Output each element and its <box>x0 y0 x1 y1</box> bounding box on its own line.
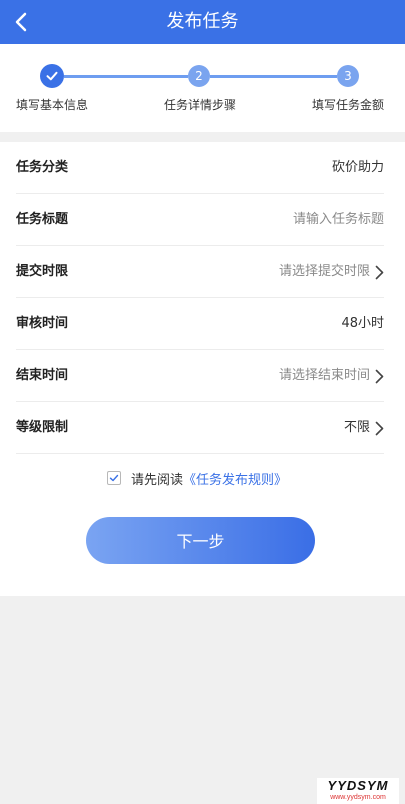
level-limit-picker[interactable]: 不限 <box>344 402 384 454</box>
form-row-level-limit[interactable]: 等级限制 不限 <box>16 402 384 454</box>
step-1-marker <box>40 64 64 88</box>
category-label: 任务分类 <box>16 160 69 175</box>
category-value[interactable]: 砍价助力 <box>332 142 384 194</box>
review-time-label: 审核时间 <box>16 316 69 331</box>
chevron-right-icon <box>374 420 384 436</box>
end-time-picker[interactable]: 请选择结束时间 <box>279 350 384 402</box>
chevron-right-icon <box>374 368 384 384</box>
watermark-url: www.yydsym.com <box>330 794 386 801</box>
page-title: 发布任务 <box>166 11 239 32</box>
step-connector <box>210 75 337 78</box>
agreement-row: 请先阅读 《任务发布规则》 <box>107 468 287 488</box>
agreement-checkbox[interactable] <box>107 471 121 485</box>
next-step-button[interactable]: 下一步 <box>86 517 315 564</box>
check-icon <box>109 474 119 482</box>
watermark-logo: YYDSYM www.yydsym.com <box>317 778 399 804</box>
progress-stepper: 2 3 填写基本信息 任务详情步骤 填写任务金额 <box>0 44 405 132</box>
form-row-category[interactable]: 任务分类 砍价助力 <box>16 142 384 194</box>
level-limit-label: 等级限制 <box>16 420 69 435</box>
level-limit-value-text: 不限 <box>343 420 370 435</box>
end-time-label: 结束时间 <box>16 368 69 383</box>
watermark-brand: YYDSYM <box>327 778 389 793</box>
agreement-text: 请先阅读 <box>131 472 184 488</box>
form-row-end-time[interactable]: 结束时间 请选择结束时间 <box>16 350 384 402</box>
review-time-value-text: 48小时 <box>341 316 384 331</box>
submit-deadline-picker[interactable]: 请选择提交时限 <box>279 246 384 298</box>
review-time-value[interactable]: 48小时 <box>341 298 384 350</box>
step-connector <box>64 75 188 78</box>
top-nav-bar: 发布任务 <box>0 0 405 44</box>
title-input-placeholder: 请输入任务标题 <box>292 212 384 227</box>
form-row-submit-deadline[interactable]: 提交时限 请选择提交时限 <box>16 246 384 298</box>
chevron-right-icon <box>374 264 384 280</box>
check-icon <box>46 71 58 81</box>
category-value-text: 砍价助力 <box>331 160 384 175</box>
form-row-title[interactable]: 任务标题 请输入任务标题 <box>16 194 384 246</box>
step-2-label: 任务详情步骤 <box>164 98 237 112</box>
step-2-marker: 2 <box>188 65 210 87</box>
task-form: 任务分类 砍价助力 任务标题 请输入任务标题 提交时限 请选择提交时限 审核时间… <box>0 142 405 596</box>
form-row-review-time[interactable]: 审核时间 48小时 <box>16 298 384 350</box>
step-1-label: 填写基本信息 <box>16 98 89 112</box>
step-3-label: 填写任务金额 <box>312 98 385 112</box>
end-time-placeholder: 请选择结束时间 <box>278 368 370 383</box>
submit-deadline-label: 提交时限 <box>16 264 69 279</box>
title-input[interactable]: 请输入任务标题 <box>293 194 384 246</box>
task-rules-link[interactable]: 《任务发布规则》 <box>183 469 287 488</box>
title-label: 任务标题 <box>16 212 69 227</box>
submit-deadline-placeholder: 请选择提交时限 <box>278 264 370 279</box>
step-3-marker: 3 <box>337 65 359 87</box>
